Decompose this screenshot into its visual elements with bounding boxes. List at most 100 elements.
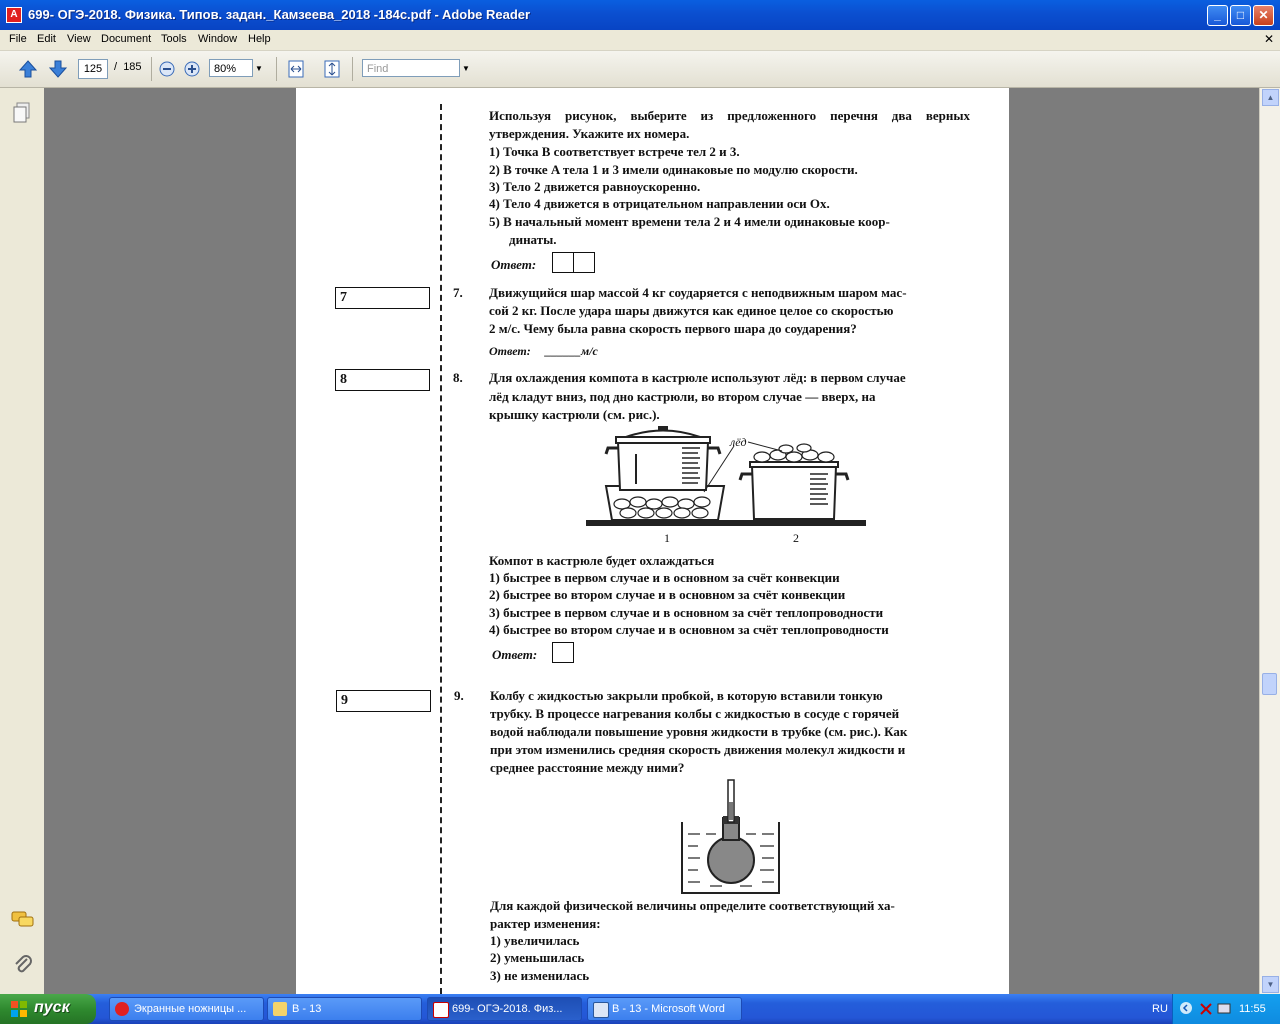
zoom-in-icon[interactable] bbox=[184, 61, 200, 77]
scroll-thumb[interactable] bbox=[1262, 673, 1277, 695]
document-area[interactable]: Используя рисунок, выберите из предложен… bbox=[44, 88, 1259, 994]
menu-view[interactable]: View bbox=[67, 33, 91, 45]
q6-option-2: 2) В точке A тела 1 и 3 имели одинаковые… bbox=[489, 162, 858, 177]
q9-line-4: при этом изменились средняя скорость дви… bbox=[490, 742, 906, 757]
menu-file[interactable]: File bbox=[9, 33, 27, 45]
task-snipping-tool[interactable]: Экранные ножницы ... bbox=[109, 997, 264, 1021]
q7-answer-box: 7 bbox=[335, 287, 430, 309]
scroll-down-icon[interactable]: ▼ bbox=[1262, 976, 1279, 993]
title-bar: A 699- ОГЭ-2018. Физика. Типов. задан._К… bbox=[0, 0, 1280, 30]
zoom-input[interactable]: 80% bbox=[209, 59, 253, 77]
q6-option-5: 5) В начальный момент времени тела 2 и 4… bbox=[489, 214, 890, 229]
q7-line-2: сой 2 кг. После удара шары движутся как … bbox=[489, 303, 894, 318]
toolbar-separator bbox=[151, 57, 152, 81]
menu-help[interactable]: Help bbox=[248, 33, 271, 45]
menu-edit[interactable]: Edit bbox=[37, 33, 56, 45]
q6-intro: Используя рисунок, выберите из предложен… bbox=[489, 108, 970, 141]
task-adobe-reader[interactable]: 699- ОГЭ-2018. Физ... bbox=[427, 997, 582, 1021]
minimize-button[interactable]: _ bbox=[1207, 5, 1228, 26]
scissors-icon[interactable] bbox=[1199, 1002, 1213, 1016]
q8-figure-label-1: 1 bbox=[664, 531, 670, 545]
q9-line-2: трубку. В процессе нагревания колбы с жи… bbox=[490, 706, 900, 721]
q7-number: 7. bbox=[453, 285, 463, 300]
menu-tools[interactable]: Tools bbox=[161, 33, 187, 45]
toolbar: 125 / 185 80% ▼ Find ▼ bbox=[0, 51, 1280, 88]
task-word[interactable]: B - 13 - Microsoft Word bbox=[587, 997, 742, 1021]
document-close-icon[interactable]: ✕ bbox=[1264, 32, 1274, 46]
maximize-button[interactable]: □ bbox=[1230, 5, 1251, 26]
q7-answer-label: Ответ: bbox=[489, 344, 531, 358]
word-icon bbox=[593, 1002, 609, 1018]
q6-answer-cell-2 bbox=[573, 252, 595, 273]
q8-option-1: 1) быстрее в первом случае и в основном … bbox=[489, 570, 840, 585]
q9-line-5: среднее расстояние между ними? bbox=[490, 760, 685, 775]
q8-answer-label: Ответ: bbox=[492, 647, 538, 662]
find-input[interactable]: Find bbox=[362, 59, 460, 77]
q8-figure-label-ice: лёд bbox=[730, 435, 747, 449]
system-tray: 11:55 bbox=[1172, 994, 1280, 1024]
next-page-icon[interactable] bbox=[48, 59, 68, 79]
q9-option-2: 2) уменьшилась bbox=[490, 950, 585, 965]
window-title: 699- ОГЭ-2018. Физика. Типов. задан._Кам… bbox=[28, 7, 531, 22]
start-label: пуск bbox=[34, 999, 70, 1016]
vertical-scrollbar[interactable]: ▲ ▼ bbox=[1259, 88, 1280, 994]
q8-line-2: лёд кладут вниз, под дно кастрюли, во вт… bbox=[489, 389, 876, 404]
q6-option-3: 3) Тело 2 движется равноускоренно. bbox=[489, 179, 701, 194]
q6-option-4: 4) Тело 4 движется в отрицательном напра… bbox=[489, 196, 830, 211]
q7-line-1: Движущийся шар массой 4 кг соударяется с… bbox=[489, 285, 907, 300]
menu-window[interactable]: Window bbox=[198, 33, 237, 45]
comments-icon[interactable] bbox=[11, 910, 35, 930]
q8-stem: Компот в кастрюле будет охлаждаться bbox=[489, 553, 715, 568]
q9-number: 9. bbox=[454, 688, 464, 703]
clock: 11:55 bbox=[1239, 1003, 1266, 1015]
dashed-cut-line bbox=[440, 104, 442, 994]
attachments-icon[interactable] bbox=[12, 954, 34, 976]
q9-stem-line-1: Для каждой физической величины определит… bbox=[490, 898, 895, 913]
close-button[interactable]: ✕ bbox=[1253, 5, 1274, 26]
find-dropdown-icon[interactable]: ▼ bbox=[460, 59, 472, 79]
tray-expand-icon[interactable] bbox=[1179, 1001, 1193, 1015]
page-number-input[interactable]: 125 bbox=[78, 59, 108, 79]
q8-answer-box: 8 bbox=[335, 369, 430, 391]
page-count: / 185 bbox=[114, 61, 142, 73]
windows-logo-icon bbox=[11, 1001, 27, 1017]
menu-document[interactable]: Document bbox=[101, 33, 151, 45]
fit-page-icon[interactable] bbox=[322, 59, 342, 79]
q8-number: 8. bbox=[453, 370, 463, 385]
fit-width-icon[interactable] bbox=[286, 59, 306, 79]
network-icon[interactable] bbox=[1217, 1002, 1231, 1016]
pdf-icon bbox=[433, 1002, 449, 1018]
q6-answer-label: Ответ: bbox=[491, 257, 537, 272]
scroll-up-icon[interactable]: ▲ bbox=[1262, 89, 1279, 106]
previous-page-icon[interactable] bbox=[18, 59, 38, 79]
q9-flask-figure bbox=[681, 779, 780, 894]
menu-bar: File Edit View Document Tools Window Hel… bbox=[0, 30, 1280, 51]
q9-line-1: Колбу с жидкостью закрыли пробкой, в кот… bbox=[490, 688, 883, 703]
start-button[interactable]: пуск bbox=[0, 994, 96, 1024]
q8-figure-label-2: 2 bbox=[793, 531, 799, 545]
zoom-out-icon[interactable] bbox=[159, 61, 175, 77]
q8-line-3: крышку кастрюли (см. рис.). bbox=[489, 407, 660, 422]
taskbar: пуск Экранные ножницы ... B - 13 699- ОГ… bbox=[0, 994, 1280, 1024]
q9-stem-line-2: рактер изменения: bbox=[490, 916, 601, 931]
toolbar-separator bbox=[276, 57, 277, 81]
pdf-icon: A bbox=[6, 7, 22, 23]
q6-option-5-cont: динаты. bbox=[509, 232, 557, 247]
pages-icon[interactable] bbox=[12, 102, 32, 124]
navigation-panel bbox=[0, 88, 45, 994]
q9-answer-box: 9 bbox=[336, 690, 431, 712]
task-folder[interactable]: B - 13 bbox=[267, 997, 422, 1021]
zoom-dropdown-icon[interactable]: ▼ bbox=[253, 59, 265, 79]
q8-line-1: Для охлаждения компота в кастрюле исполь… bbox=[489, 370, 906, 385]
q9-option-3: 3) не изменилась bbox=[490, 968, 590, 983]
folder-icon bbox=[273, 1002, 287, 1016]
yandex-icon bbox=[115, 1002, 129, 1016]
q9-option-1: 1) увеличилась bbox=[490, 933, 580, 948]
language-indicator[interactable]: RU bbox=[1152, 1003, 1168, 1015]
q8-option-3: 3) быстрее в первом случае и в основном … bbox=[489, 605, 884, 620]
q9-line-3: водой наблюдали повышение уровня жидкост… bbox=[490, 724, 908, 739]
q8-pots-figure bbox=[586, 426, 866, 526]
q8-option-4: 4) быстрее во втором случае и в основном… bbox=[489, 622, 889, 637]
pdf-page: Используя рисунок, выберите из предложен… bbox=[296, 88, 1009, 994]
q6-option-1: 1) Точка B соответствует встрече тел 2 и… bbox=[489, 144, 740, 159]
